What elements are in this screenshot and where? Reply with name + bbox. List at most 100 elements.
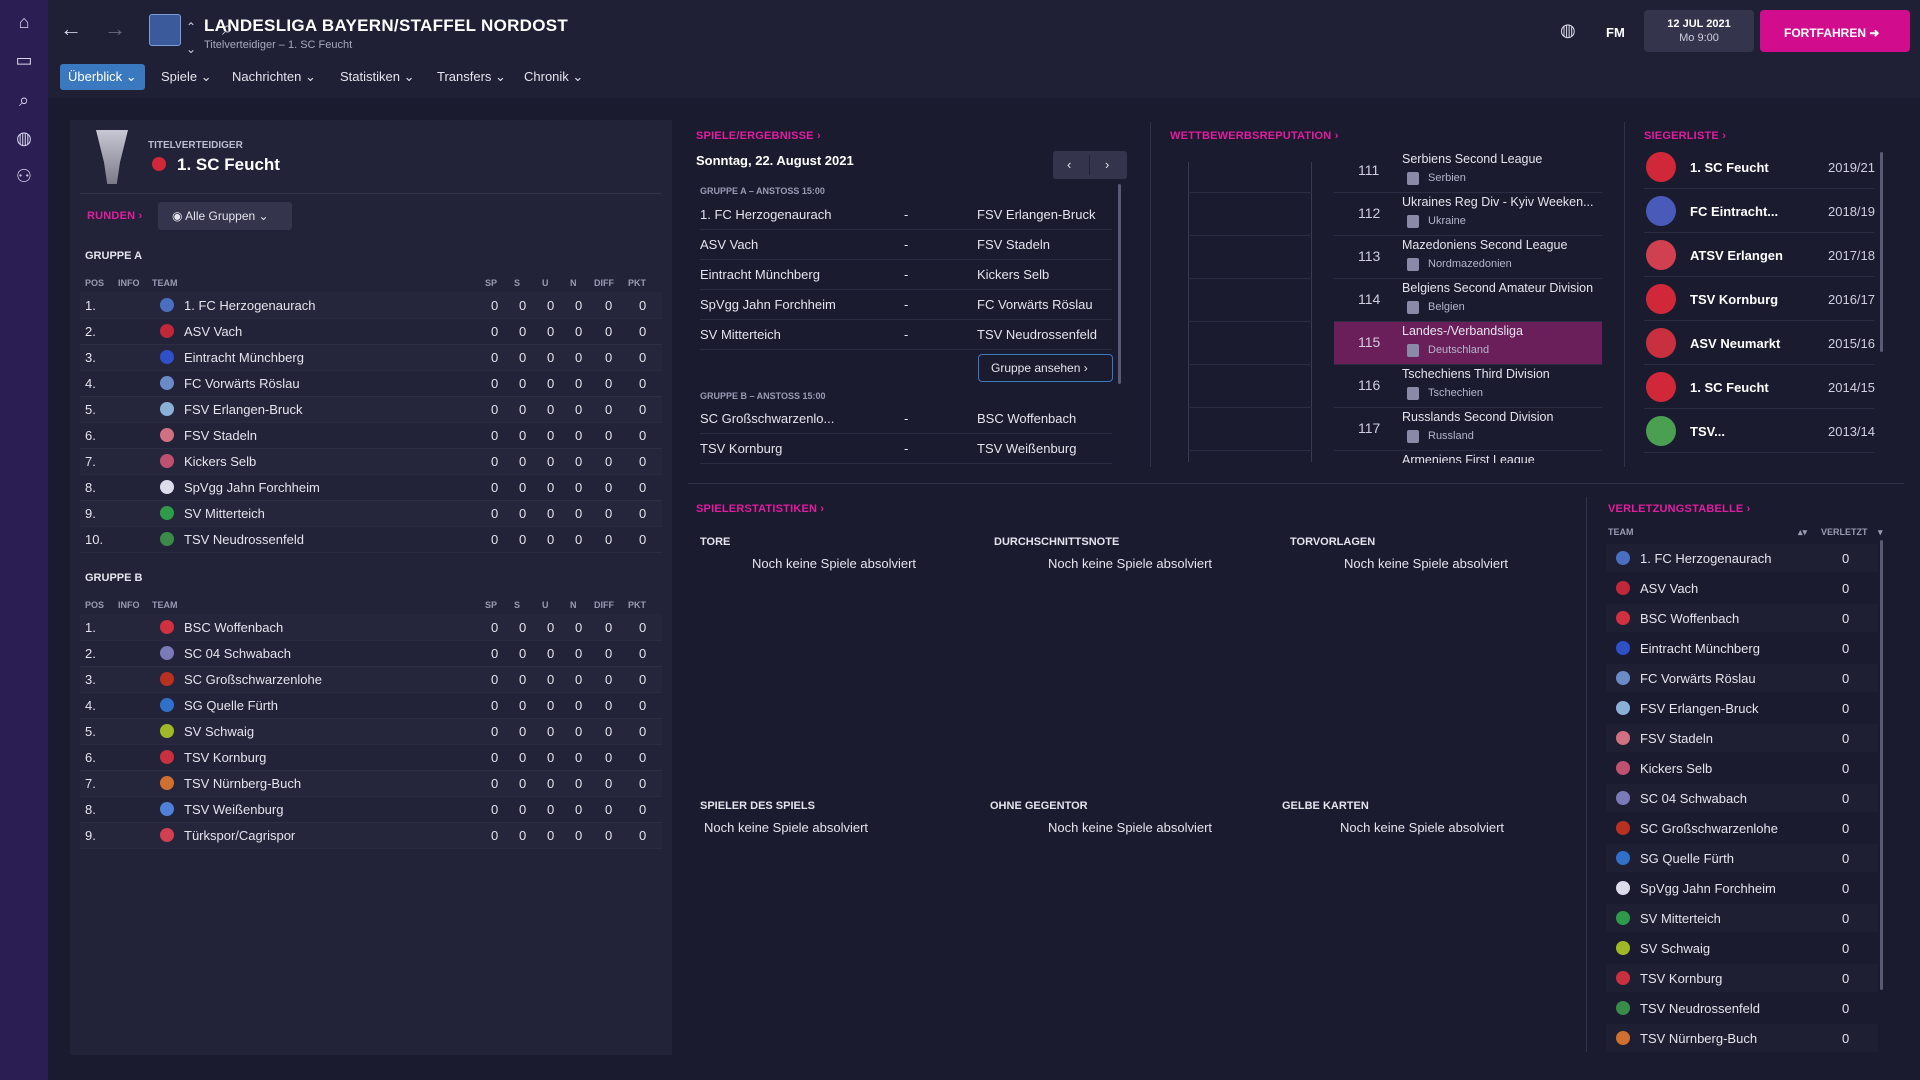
injuries-scrollbar[interactable] <box>1880 540 1883 990</box>
away-team[interactable]: BSC Woffenbach <box>977 411 1076 426</box>
forward-arrow-icon[interactable]: → <box>104 18 126 40</box>
away-team[interactable]: Kickers Selb <box>977 267 1049 282</box>
team-name[interactable]: TSV Neudrossenfeld <box>1640 1001 1760 1016</box>
stat-category-link[interactable]: TORE <box>700 536 730 548</box>
team-name[interactable]: Kickers Selb <box>1640 761 1712 776</box>
league-name[interactable]: Armeniens First League <box>1402 453 1535 463</box>
team-name[interactable]: SV Mitterteich <box>1640 911 1721 926</box>
col-header-n[interactable]: N <box>570 600 577 610</box>
team-name[interactable]: TSV Weißenburg <box>184 802 283 817</box>
tab-overview[interactable]: Überblick ⌄ <box>60 64 145 90</box>
away-team[interactable]: TSV Neudrossenfeld <box>977 327 1097 342</box>
team-name[interactable]: TSV Neudrossenfeld <box>184 532 304 547</box>
away-team[interactable]: FSV Stadeln <box>977 237 1050 252</box>
fixtures-scrollbar[interactable] <box>1118 184 1121 384</box>
team-name[interactable]: Kickers Selb <box>184 454 256 469</box>
winner-team[interactable]: FC Eintracht... <box>1690 204 1778 219</box>
home-team[interactable]: 1. FC Herzogenaurach <box>700 207 832 222</box>
view-group-button[interactable]: Gruppe ansehen › <box>978 354 1113 382</box>
league-name[interactable]: Serbiens Second League <box>1402 152 1542 166</box>
home-team[interactable]: TSV Kornburg <box>700 441 782 456</box>
tab-history[interactable]: Chronik ⌄ <box>516 64 591 90</box>
continue-button[interactable]: FORTFAHREN ➜ <box>1760 10 1910 52</box>
winner-team[interactable]: 1. SC Feucht <box>1690 160 1769 175</box>
team-name[interactable]: FSV Stadeln <box>1640 731 1713 746</box>
team-name[interactable]: TSV Nürnberg-Buch <box>184 776 301 791</box>
team-name[interactable]: SG Quelle Fürth <box>1640 851 1734 866</box>
team-name[interactable]: FSV Stadeln <box>184 428 257 443</box>
injuries-team-header[interactable]: TEAM <box>1608 527 1634 537</box>
team-name[interactable]: 1. FC Herzogenaurach <box>184 298 316 313</box>
team-name[interactable]: SC Großschwarzenlohe <box>1640 821 1778 836</box>
col-header-pos[interactable]: POS <box>85 278 104 288</box>
col-header-sp[interactable]: SP <box>485 600 497 610</box>
team-name[interactable]: TSV Kornburg <box>1640 971 1722 986</box>
world-icon[interactable]: ◍ <box>12 126 36 150</box>
league-name[interactable]: Landes-/Verbandsliga <box>1402 324 1523 338</box>
winner-team[interactable]: TSV Kornburg <box>1690 292 1778 307</box>
people-icon[interactable]: ⚇ <box>12 164 36 188</box>
league-name[interactable]: Ukraines Reg Div - Kyiv Weeken... <box>1402 195 1594 209</box>
col-header-s[interactable]: S <box>514 600 520 610</box>
team-name[interactable]: BSC Woffenbach <box>184 620 283 635</box>
winners-scrollbar[interactable] <box>1880 152 1883 352</box>
team-name[interactable]: SG Quelle Fürth <box>184 698 278 713</box>
injuries-count-header[interactable]: VERLETZT <box>1821 527 1868 537</box>
team-name[interactable]: SpVgg Jahn Forchheim <box>1640 881 1776 896</box>
inbox-icon[interactable]: ▭ <box>12 48 36 72</box>
tab-statistics[interactable]: Statistiken ⌄ <box>332 64 423 90</box>
team-name[interactable]: 1. FC Herzogenaurach <box>1640 551 1772 566</box>
team-name[interactable]: SpVgg Jahn Forchheim <box>184 480 320 495</box>
team-name[interactable]: SV Mitterteich <box>184 506 265 521</box>
team-name[interactable]: FC Vorwärts Röslau <box>184 376 300 391</box>
team-name[interactable]: BSC Woffenbach <box>1640 611 1739 626</box>
team-name[interactable]: FSV Erlangen-Bruck <box>184 402 303 417</box>
team-name[interactable]: TSV Kornburg <box>184 750 266 765</box>
team-name[interactable]: SC 04 Schwabach <box>1640 791 1747 806</box>
league-name[interactable]: Belgiens Second Amateur Division <box>1402 281 1593 295</box>
col-header-pkt[interactable]: PKT <box>628 278 646 288</box>
team-name[interactable]: TSV Nürnberg-Buch <box>1640 1031 1757 1046</box>
col-header-diff[interactable]: DIFF <box>594 278 614 288</box>
away-team[interactable]: TSV Weißenburg <box>977 441 1076 456</box>
col-header-u[interactable]: U <box>542 278 549 288</box>
col-header-team[interactable]: TEAM <box>152 600 178 610</box>
col-header-s[interactable]: S <box>514 278 520 288</box>
col-header-pos[interactable]: POS <box>85 600 104 610</box>
winner-team[interactable]: ATSV Erlangen <box>1690 248 1783 263</box>
home-team[interactable]: SpVgg Jahn Forchheim <box>700 297 836 312</box>
home-icon[interactable]: ⌂ <box>12 10 36 34</box>
home-team[interactable]: ASV Vach <box>700 237 758 252</box>
league-name[interactable]: Mazedoniens Second League <box>1402 238 1567 252</box>
rounds-link[interactable]: RUNDEN › <box>87 210 142 222</box>
search-icon[interactable]: ⌕ <box>12 88 36 112</box>
col-header-info[interactable]: INFO <box>118 600 140 610</box>
tab-matches[interactable]: Spiele ⌄ <box>153 64 220 90</box>
col-header-u[interactable]: U <box>542 600 549 610</box>
date-display[interactable]: 12 JUL 2021 Mo 9:00 <box>1644 10 1754 52</box>
tab-transfers[interactable]: Transfers ⌄ <box>429 64 514 90</box>
fixtures-link[interactable]: SPIELE/ERGEBNISSE › <box>696 130 821 142</box>
injuries-link[interactable]: VERLETZUNGSTABELLE › <box>1608 503 1751 515</box>
team-name[interactable]: FSV Erlangen-Bruck <box>1640 701 1759 716</box>
next-arrow-icon[interactable]: › <box>1105 157 1109 172</box>
tab-news[interactable]: Nachrichten ⌄ <box>224 64 324 90</box>
reputation-link[interactable]: WETTBEWERBSREPUTATION › <box>1170 130 1339 142</box>
chevron-updown-icon[interactable]: ⌃ ⌄ <box>186 16 196 60</box>
col-header-n[interactable]: N <box>570 278 577 288</box>
stat-category-link[interactable]: TORVORLAGEN <box>1290 536 1375 548</box>
team-name[interactable]: ASV Vach <box>184 324 242 339</box>
col-header-pkt[interactable]: PKT <box>628 600 646 610</box>
winner-team[interactable]: 1. SC Feucht <box>1690 380 1769 395</box>
away-team[interactable]: FC Vorwärts Röslau <box>977 297 1093 312</box>
team-name[interactable]: Eintracht Münchberg <box>1640 641 1760 656</box>
competition-logo[interactable] <box>149 14 181 46</box>
team-name[interactable]: SV Schwaig <box>184 724 254 739</box>
col-header-team[interactable]: TEAM <box>152 278 178 288</box>
home-team[interactable]: SC Großschwarzenlo... <box>700 411 834 426</box>
league-name[interactable]: Tschechiens Third Division <box>1402 367 1550 381</box>
stat-category-link[interactable]: SPIELER DES SPIELS <box>700 800 815 812</box>
winners-link[interactable]: SIEGERLISTE › <box>1644 130 1726 142</box>
stat-category-link[interactable]: OHNE GEGENTOR <box>990 800 1088 812</box>
defender-name[interactable]: 1. SC Feucht <box>177 155 280 175</box>
